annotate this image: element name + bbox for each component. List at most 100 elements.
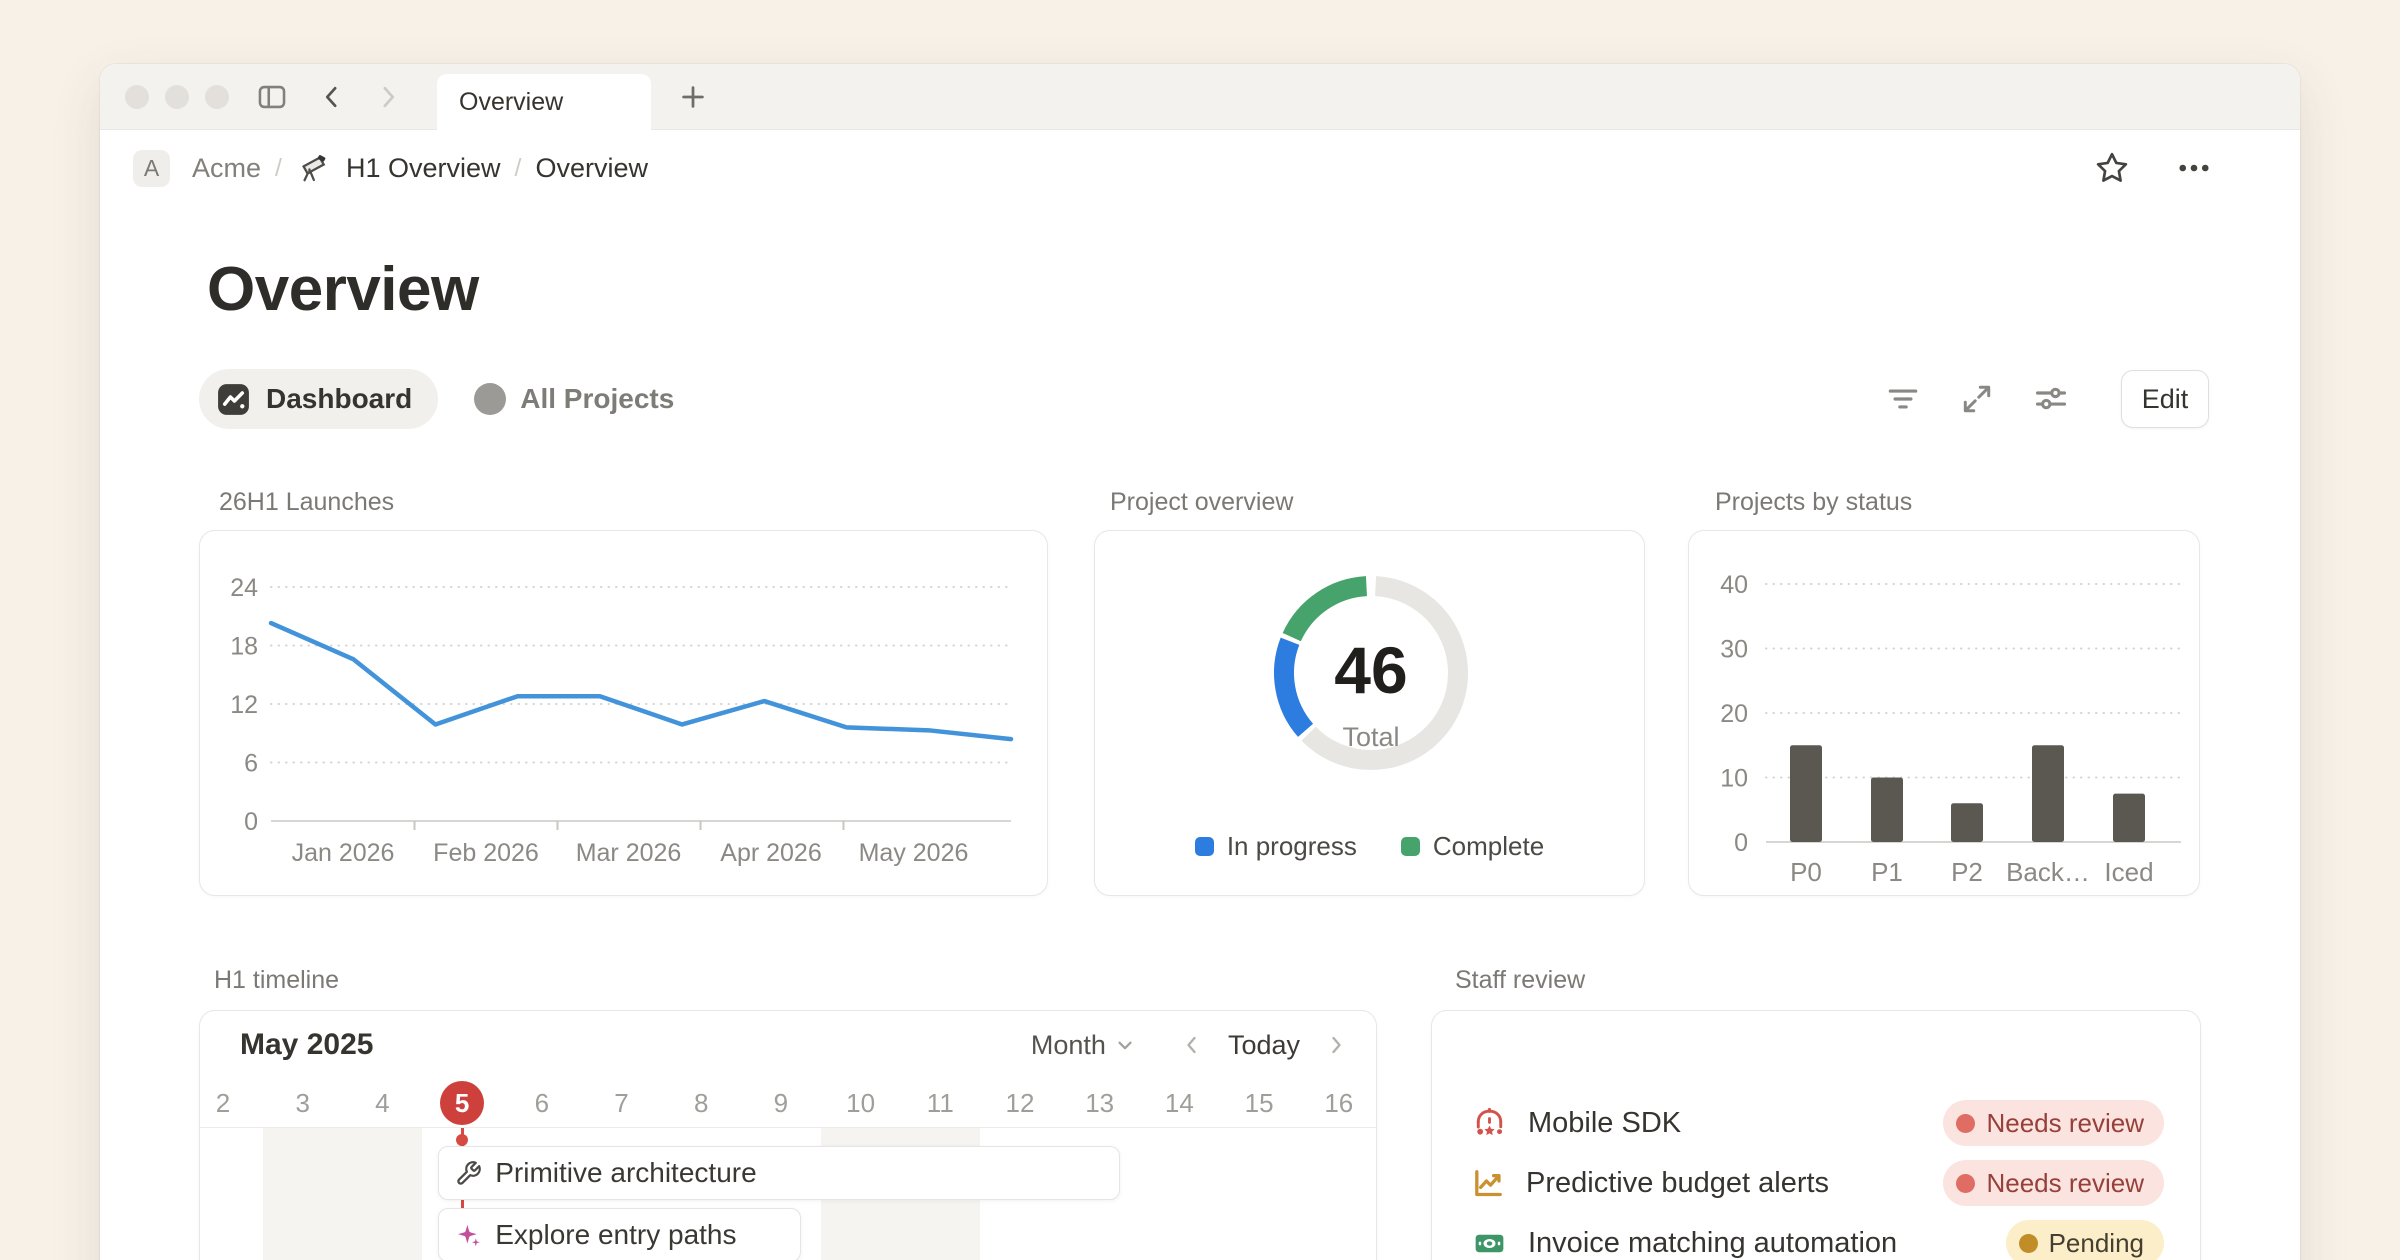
edit-button[interactable]: Edit — [2121, 370, 2209, 428]
breadcrumb-separator: / — [275, 154, 282, 183]
svg-text:Total: Total — [1342, 722, 1399, 752]
calendar-day[interactable]: 13 — [1060, 1079, 1140, 1127]
staff-review-row[interactable]: Invoice matching automation Pending — [1472, 1213, 2164, 1260]
svg-text:Feb 2026: Feb 2026 — [433, 839, 539, 867]
view-tab-all-projects[interactable]: All Projects — [464, 369, 700, 429]
status-dot-icon — [1956, 1174, 1975, 1193]
svg-text:Apr 2026: Apr 2026 — [720, 839, 821, 867]
status-badge[interactable]: Pending — [2006, 1220, 2164, 1260]
legend-swatch — [1195, 837, 1214, 856]
expand-icon[interactable] — [1955, 377, 1999, 421]
window-controls — [125, 85, 229, 109]
wrench-icon — [455, 1160, 482, 1187]
timeline-event-label: Primitive architecture — [495, 1157, 756, 1189]
carousel-icon — [1472, 1106, 1507, 1141]
staff-review-list: Mobile SDKNeeds reviewPredictive budget … — [1432, 1011, 2200, 1260]
svg-text:46: 46 — [1334, 633, 1407, 707]
timeline-event[interactable]: Explore entry paths — [438, 1208, 801, 1260]
staff-review-row[interactable]: Mobile SDKNeeds review — [1472, 1093, 2164, 1153]
screenshot-stage: Overview A Acme / H1 Overview / — [0, 0, 2400, 1260]
timeline-event[interactable]: Primitive architecture — [438, 1146, 1119, 1200]
calendar-day[interactable]: 2 — [199, 1079, 263, 1127]
calendar-day[interactable]: 16 — [1299, 1079, 1377, 1127]
calendar-day[interactable]: 12 — [980, 1079, 1060, 1127]
back-chevron-icon[interactable] — [312, 77, 352, 117]
calendar-day[interactable]: 11 — [900, 1079, 980, 1127]
status-label: Pending — [2049, 1228, 2144, 1259]
calendar-day[interactable]: 8 — [661, 1079, 741, 1127]
today-button[interactable]: Today — [1222, 1026, 1306, 1065]
legend-label: Complete — [1433, 831, 1544, 862]
svg-text:0: 0 — [1734, 829, 1748, 857]
launches-section-title: 26H1 Launches — [219, 488, 394, 517]
calendar-day[interactable]: 7 — [582, 1079, 662, 1127]
timeline-view-label: Month — [1031, 1030, 1106, 1061]
next-month-chevron-icon[interactable] — [1324, 1033, 1348, 1057]
calendar-day[interactable]: 14 — [1139, 1079, 1219, 1127]
view-tab-label: Dashboard — [266, 383, 412, 415]
breadcrumb-parent[interactable]: H1 Overview — [338, 149, 509, 188]
status-dot-icon — [2019, 1234, 2038, 1253]
timeline-card: May 2025 Month Today 2345678910111213141… — [199, 1010, 1377, 1260]
calendar-day[interactable]: 10 — [821, 1079, 901, 1127]
status-badge[interactable]: Needs review — [1943, 1160, 2164, 1206]
forward-chevron-icon[interactable] — [368, 77, 408, 117]
projects-by-status-bar-chart: 010203040P0P1P2Back…Iced — [1689, 531, 2199, 895]
status-label: Needs review — [1986, 1168, 2144, 1199]
calendar-day[interactable]: 9 — [741, 1079, 821, 1127]
breadcrumb-current[interactable]: Overview — [527, 149, 656, 188]
tab-overview[interactable]: Overview — [437, 74, 651, 131]
svg-text:P0: P0 — [1790, 857, 1822, 887]
timeline-body: Primitive architecture Explore entry path… — [200, 1128, 1376, 1260]
calendar-day[interactable]: 15 — [1219, 1079, 1299, 1127]
svg-text:40: 40 — [1720, 571, 1748, 599]
calendar-day[interactable]: 6 — [502, 1079, 582, 1127]
window-minimize-button[interactable] — [165, 85, 189, 109]
more-options-icon[interactable] — [2172, 146, 2216, 190]
view-tab-dashboard[interactable]: Dashboard — [199, 369, 438, 429]
banknote-icon — [1472, 1226, 1507, 1260]
svg-text:24: 24 — [230, 574, 258, 602]
window-zoom-button[interactable] — [205, 85, 229, 109]
workspace-avatar[interactable]: A — [133, 150, 170, 187]
calendar-day[interactable]: 4 — [342, 1079, 422, 1127]
favorite-star-icon[interactable] — [2090, 146, 2134, 190]
filter-icon[interactable] — [1881, 377, 1925, 421]
prev-month-chevron-icon[interactable] — [1180, 1033, 1204, 1057]
new-tab-plus-icon[interactable] — [672, 77, 714, 117]
staff-item-label: Predictive budget alerts — [1526, 1167, 1829, 1200]
timeline-event-label: Explore entry paths — [495, 1219, 736, 1251]
svg-text:Back…: Back… — [2006, 857, 2090, 887]
project-overview-section-title: Project overview — [1110, 488, 1293, 517]
svg-text:Mar 2026: Mar 2026 — [576, 839, 682, 867]
window-tab-bar: Overview — [100, 64, 2300, 130]
calendar-day-today[interactable]: 5 — [422, 1079, 502, 1127]
timeline-view-selector[interactable]: Month — [1023, 1024, 1144, 1067]
staff-review-section-title: Staff review — [1455, 966, 1585, 995]
breadcrumb-workspace[interactable]: Acme — [184, 149, 269, 188]
status-dot-icon — [1956, 1114, 1975, 1133]
timeline-section-title: H1 timeline — [214, 966, 339, 995]
projects-by-status-bar-card: 010203040P0P1P2Back…Iced — [1688, 530, 2200, 896]
sidebar-toggle-icon[interactable] — [252, 77, 292, 117]
breadcrumb: A Acme / H1 Overview / Overview — [100, 130, 2300, 206]
svg-text:10: 10 — [1720, 765, 1748, 793]
calendar-day[interactable]: 3 — [263, 1079, 343, 1127]
status-badge[interactable]: Needs review — [1943, 1100, 2164, 1146]
donut-legend: In progress Complete — [1095, 831, 1644, 862]
view-tab-label: All Projects — [520, 383, 674, 415]
staff-review-card: Mobile SDKNeeds reviewPredictive budget … — [1431, 1010, 2201, 1260]
timeline-dates-row: 2345678910111213141516 — [200, 1079, 1376, 1128]
chevron-down-icon — [1114, 1034, 1136, 1056]
today-pin — [456, 1134, 468, 1146]
legend-label: In progress — [1227, 831, 1357, 862]
svg-text:12: 12 — [230, 691, 258, 719]
window-close-button[interactable] — [125, 85, 149, 109]
sliders-icon[interactable] — [2029, 377, 2073, 421]
svg-text:0: 0 — [244, 808, 258, 836]
staff-review-row[interactable]: Predictive budget alerts Needs review — [1472, 1153, 2164, 1213]
staff-item-label: Invoice matching automation — [1528, 1227, 1897, 1260]
svg-text:20: 20 — [1720, 700, 1748, 728]
launches-line-chart: 24181260Jan 2026Feb 2026Mar 2026Apr 2026… — [200, 531, 1047, 895]
sparkles-icon — [455, 1222, 482, 1249]
